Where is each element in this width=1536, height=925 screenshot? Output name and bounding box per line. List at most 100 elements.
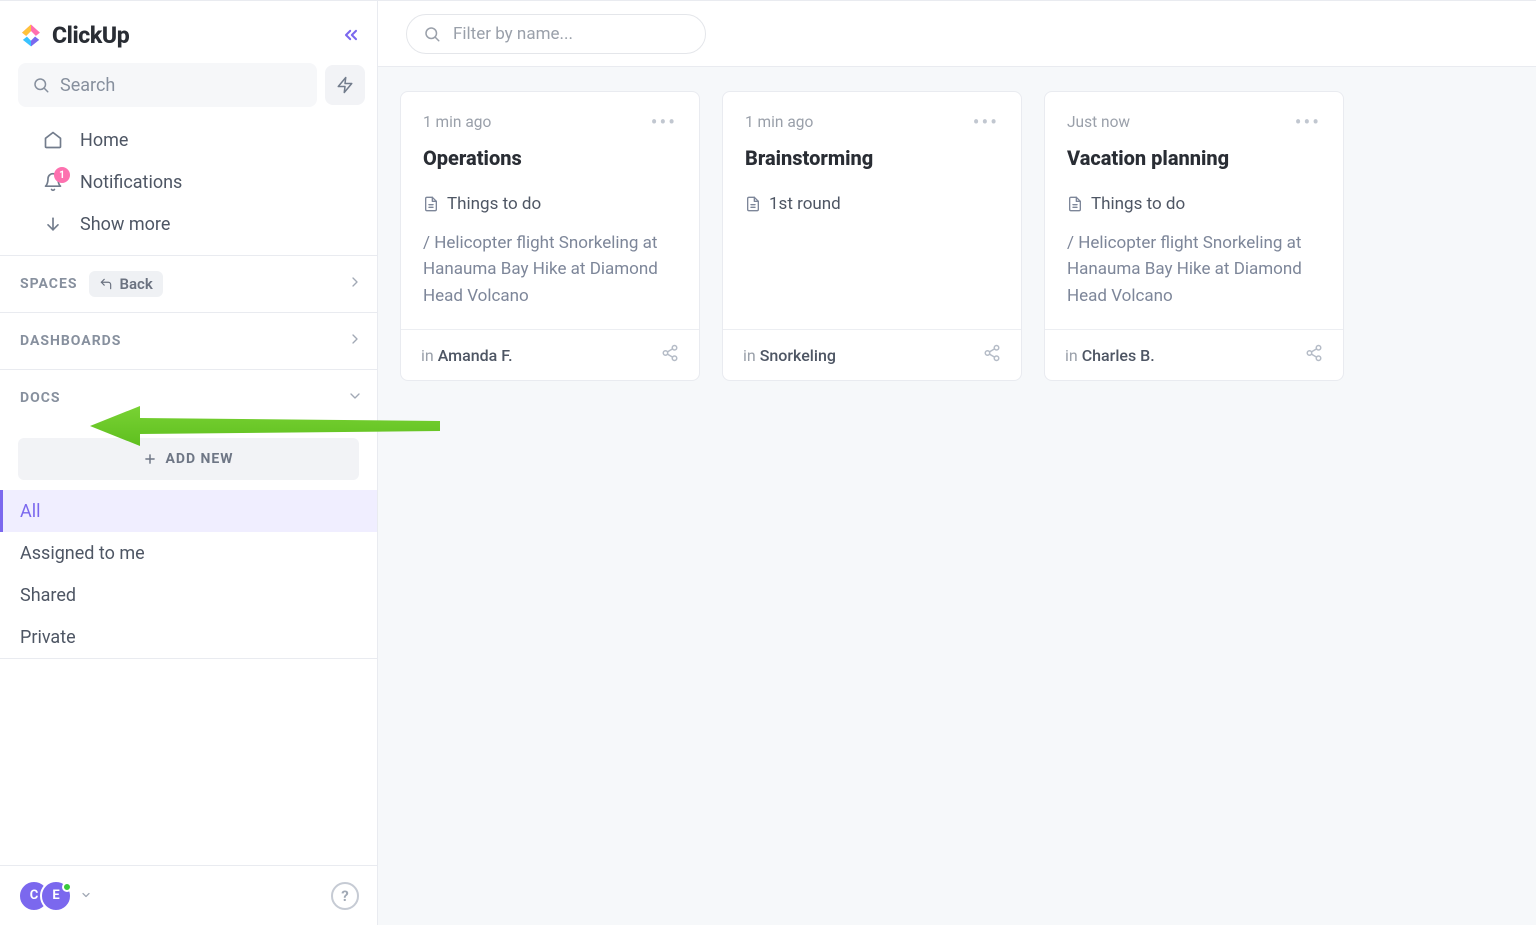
nav-show-more[interactable]: Show more xyxy=(36,203,365,245)
search-row: Search xyxy=(18,63,371,107)
card-subtitle: 1st round xyxy=(769,194,841,214)
doc-card[interactable]: 1 min ago ••• Operations Things to do / … xyxy=(400,91,700,381)
chevron-right-icon xyxy=(347,331,363,351)
clickup-logo-icon xyxy=(18,22,44,48)
share-button[interactable] xyxy=(661,344,679,366)
chevron-down-icon xyxy=(80,886,92,905)
card-subtitle-row: Things to do xyxy=(1067,194,1321,214)
share-icon xyxy=(1305,344,1323,362)
search-icon xyxy=(423,25,441,43)
bell-icon: 1 xyxy=(42,171,64,193)
docs-filter-all[interactable]: All xyxy=(0,490,377,532)
document-icon xyxy=(745,195,761,213)
docs-filter-private[interactable]: Private xyxy=(0,616,377,658)
share-button[interactable] xyxy=(983,344,1001,366)
docs-filter-assigned[interactable]: Assigned to me xyxy=(0,532,377,574)
spaces-back-chip[interactable]: Back xyxy=(89,271,162,297)
card-menu-button[interactable]: ••• xyxy=(973,110,999,134)
search-placeholder: Search xyxy=(60,75,115,96)
section-spaces: SPACES Back xyxy=(0,255,377,312)
arrow-down-icon xyxy=(42,213,64,235)
filter-input[interactable]: Filter by name... xyxy=(406,14,706,54)
document-icon xyxy=(423,195,439,213)
section-header-dashboards[interactable]: DASHBOARDS xyxy=(0,313,377,369)
docs-add-new-label: ADD NEW xyxy=(165,451,233,467)
home-icon xyxy=(42,129,64,151)
nav-notifications[interactable]: 1 Notifications xyxy=(36,161,365,203)
return-icon xyxy=(99,277,113,291)
content-area: 1 min ago ••• Operations Things to do / … xyxy=(378,67,1536,925)
card-footer: in Charles B. xyxy=(1045,329,1343,380)
docs-add-new-button[interactable]: ADD NEW xyxy=(18,438,359,480)
nav-home[interactable]: Home xyxy=(36,119,365,161)
card-footer: in Snorkeling xyxy=(723,329,1021,380)
card-in-prefix: in xyxy=(421,346,434,365)
card-preview: / Helicopter flight Snorkeling at Hanaum… xyxy=(1067,230,1321,309)
section-spaces-label: SPACES xyxy=(20,276,77,292)
card-location: Charles B. xyxy=(1082,346,1155,365)
help-button[interactable]: ? xyxy=(331,882,359,910)
share-button[interactable] xyxy=(1305,344,1323,366)
sidebar-spacer xyxy=(0,659,377,865)
card-subtitle: Things to do xyxy=(447,194,541,214)
card-menu-button[interactable]: ••• xyxy=(1295,110,1321,134)
card-preview: / Helicopter flight Snorkeling at Hanaum… xyxy=(423,230,677,309)
docs-filter-all-label: All xyxy=(20,501,41,522)
notification-badge: 1 xyxy=(54,167,70,183)
docs-filter-shared-label: Shared xyxy=(20,585,76,606)
avatar-group[interactable]: C E xyxy=(18,880,92,912)
card-time: 1 min ago xyxy=(745,113,813,131)
brand-row: ClickUp xyxy=(18,15,371,63)
card-title: Vacation planning xyxy=(1067,146,1321,170)
card-subtitle: Things to do xyxy=(1091,194,1185,214)
docs-filter-assigned-label: Assigned to me xyxy=(20,543,145,564)
card-title: Brainstorming xyxy=(745,146,999,170)
section-header-docs[interactable]: DOCS xyxy=(0,370,377,426)
doc-card[interactable]: 1 min ago ••• Brainstorming 1st round in… xyxy=(722,91,1022,381)
section-dashboards-label: DASHBOARDS xyxy=(20,333,121,349)
brand[interactable]: ClickUp xyxy=(18,22,129,49)
card-location: Amanda F. xyxy=(438,346,513,365)
search-icon xyxy=(32,76,50,94)
sidebar-top: ClickUp Search xyxy=(0,1,377,255)
card-time: Just now xyxy=(1067,113,1130,131)
docs-filter-shared[interactable]: Shared xyxy=(0,574,377,616)
chevron-down-icon xyxy=(347,388,363,408)
section-dashboards: DASHBOARDS xyxy=(0,312,377,369)
card-footer: in Amanda F. xyxy=(401,329,699,380)
quick-action-button[interactable] xyxy=(325,65,365,105)
card-title: Operations xyxy=(423,146,677,170)
collapse-sidebar-button[interactable] xyxy=(337,21,365,49)
presence-indicator xyxy=(62,882,72,892)
doc-card[interactable]: Just now ••• Vacation planning Things to… xyxy=(1044,91,1344,381)
search-input[interactable]: Search xyxy=(18,63,317,107)
document-icon xyxy=(1067,195,1083,213)
card-in-prefix: in xyxy=(743,346,756,365)
spaces-back-label: Back xyxy=(119,275,152,293)
plus-icon xyxy=(143,452,157,466)
sidebar: ClickUp Search xyxy=(0,1,378,925)
share-icon xyxy=(661,344,679,362)
section-header-spaces[interactable]: SPACES Back xyxy=(0,256,377,312)
card-subtitle-row: Things to do xyxy=(423,194,677,214)
brand-text: ClickUp xyxy=(52,22,129,49)
card-location: Snorkeling xyxy=(760,346,836,365)
filter-bar: Filter by name... xyxy=(378,1,1536,67)
card-in-prefix: in xyxy=(1065,346,1078,365)
nav-home-label: Home xyxy=(80,130,128,151)
docs-filter-private-label: Private xyxy=(20,627,76,648)
lightning-icon xyxy=(336,76,354,94)
main: Filter by name... 1 min ago ••• Operatio… xyxy=(378,1,1536,925)
primary-nav: Home 1 Notifications Show more xyxy=(18,107,371,255)
section-docs-label: DOCS xyxy=(20,390,61,406)
filter-placeholder: Filter by name... xyxy=(453,24,573,44)
sidebar-bottom: C E ? xyxy=(0,865,377,925)
nav-notifications-label: Notifications xyxy=(80,172,182,193)
nav-show-more-label: Show more xyxy=(80,214,170,235)
share-icon xyxy=(983,344,1001,362)
doc-cards: 1 min ago ••• Operations Things to do / … xyxy=(400,91,1514,381)
section-docs: DOCS ADD NEW All Assigned to me Shared P… xyxy=(0,369,377,658)
card-menu-button[interactable]: ••• xyxy=(651,110,677,134)
docs-filter-list: All Assigned to me Shared Private xyxy=(0,490,377,658)
chevron-right-icon xyxy=(347,274,363,294)
